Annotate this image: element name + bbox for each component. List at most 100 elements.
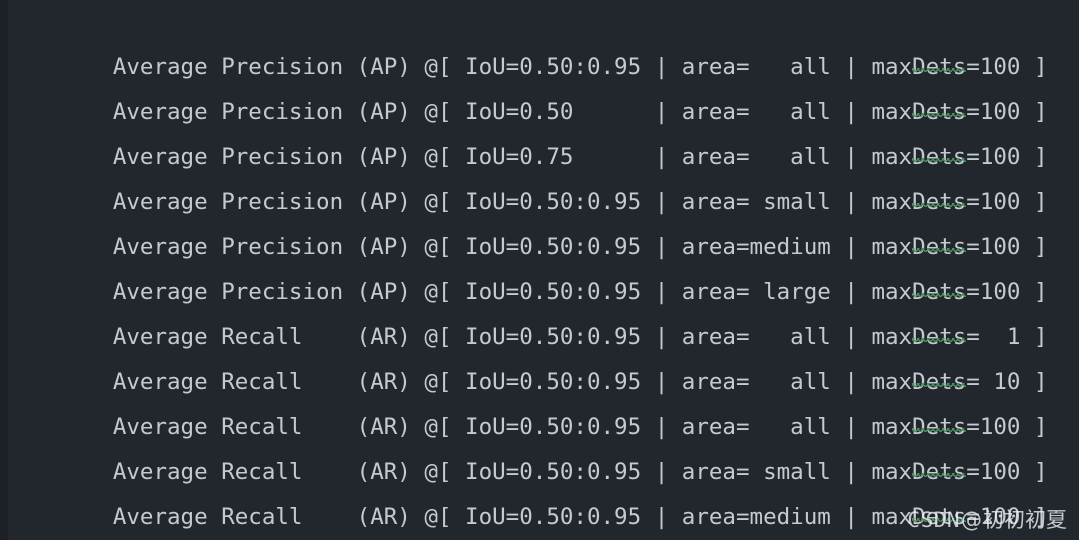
iou-field: IoU=0.50:0.95 bbox=[465, 54, 642, 80]
maxdets-value: =100 bbox=[966, 54, 1021, 80]
metric-abbrev: (AR) bbox=[356, 414, 411, 440]
maxdets-prefix: max bbox=[871, 279, 913, 305]
metric-abbrev: (AR) bbox=[356, 459, 411, 485]
area-field: area= all bbox=[681, 99, 831, 125]
separator-pipe: | bbox=[844, 459, 858, 485]
separator-pipe: | bbox=[654, 189, 669, 215]
maxdets-value: =100 bbox=[966, 279, 1021, 305]
separator-pipe: | bbox=[654, 279, 669, 305]
maxdets-prefix: max bbox=[871, 54, 913, 80]
metric-label: Average Recall bbox=[99, 324, 357, 350]
maxdets-value: =100 bbox=[966, 99, 1021, 125]
maxdets-prefix: max bbox=[871, 414, 913, 440]
maxdets-prefix: max bbox=[871, 189, 913, 215]
metric-label: Average Precision bbox=[99, 99, 357, 125]
terminal-output-lines: Average Precision (AP) @[ IoU=0.50:0.95 … bbox=[18, 0, 1079, 540]
area-field: area=medium bbox=[681, 504, 831, 530]
spellcheck-underline-dets: Dets bbox=[912, 504, 967, 530]
close-bracket: ] bbox=[1034, 189, 1048, 215]
maxdets-value: =100 bbox=[966, 144, 1021, 170]
maxdets-value: =100 bbox=[966, 459, 1021, 485]
metric-label: Average Precision bbox=[99, 234, 357, 260]
maxdets-prefix: max bbox=[871, 369, 913, 395]
area-field: area= small bbox=[681, 459, 831, 485]
separator-pipe: | bbox=[654, 324, 669, 350]
spellcheck-underline-dets: Dets bbox=[912, 144, 967, 170]
separator-pipe: | bbox=[844, 234, 858, 260]
close-bracket: ] bbox=[1034, 324, 1048, 350]
metric-abbrev: (AR) bbox=[356, 324, 411, 350]
at-bracket: @[ bbox=[424, 324, 452, 350]
close-bracket: ] bbox=[1034, 459, 1048, 485]
area-field: area= all bbox=[681, 144, 831, 170]
area-field: area=medium bbox=[681, 234, 831, 260]
iou-field: IoU=0.50:0.95 bbox=[465, 189, 642, 215]
maxdets-value: =100 bbox=[966, 189, 1021, 215]
separator-pipe: | bbox=[844, 279, 858, 305]
separator-pipe: | bbox=[844, 369, 858, 395]
maxdets-value: =100 bbox=[966, 504, 1021, 530]
metric-label: Average Precision bbox=[99, 189, 357, 215]
separator-pipe: | bbox=[654, 54, 669, 80]
close-bracket: ] bbox=[1034, 234, 1048, 260]
metric-abbrev: (AP) bbox=[356, 54, 411, 80]
metric-abbrev: (AP) bbox=[356, 144, 411, 170]
separator-pipe: | bbox=[654, 459, 669, 485]
metric-label: Average Recall bbox=[99, 504, 357, 530]
metric-label: Average Precision bbox=[99, 144, 357, 170]
iou-field: IoU=0.50:0.95 bbox=[465, 234, 642, 260]
separator-pipe: | bbox=[654, 234, 669, 260]
separator-pipe: | bbox=[844, 144, 858, 170]
spellcheck-underline-dets: Dets bbox=[912, 369, 967, 395]
metric-abbrev: (AR) bbox=[356, 504, 411, 530]
iou-field: IoU=0.50:0.95 bbox=[465, 414, 642, 440]
metric-label: Average Precision bbox=[99, 279, 357, 305]
metric-label: Average Precision bbox=[99, 54, 357, 80]
at-bracket: @[ bbox=[424, 99, 452, 125]
at-bracket: @[ bbox=[424, 504, 452, 530]
at-bracket: @[ bbox=[424, 414, 452, 440]
metric-label: Average Recall bbox=[99, 369, 357, 395]
spellcheck-underline-dets: Dets bbox=[912, 324, 967, 350]
area-field: area= all bbox=[681, 414, 831, 440]
metric-abbrev: (AR) bbox=[356, 369, 411, 395]
spellcheck-underline-dets: Dets bbox=[912, 54, 967, 80]
separator-pipe: | bbox=[844, 54, 858, 80]
terminal-console[interactable]: Average Precision (AP) @[ IoU=0.50:0.95 … bbox=[0, 0, 1079, 540]
maxdets-value: = 10 bbox=[966, 369, 1021, 395]
metric-abbrev: (AP) bbox=[356, 234, 411, 260]
maxdets-value: =100 bbox=[966, 234, 1021, 260]
iou-field: IoU=0.75 bbox=[465, 144, 642, 170]
separator-pipe: | bbox=[654, 504, 669, 530]
metric-label: Average Recall bbox=[99, 459, 357, 485]
spellcheck-underline-dets: Dets bbox=[912, 279, 967, 305]
separator-pipe: | bbox=[844, 189, 858, 215]
metric-abbrev: (AP) bbox=[356, 189, 411, 215]
separator-pipe: | bbox=[654, 414, 669, 440]
area-field: area= all bbox=[681, 369, 831, 395]
at-bracket: @[ bbox=[424, 279, 452, 305]
separator-pipe: | bbox=[844, 414, 858, 440]
close-bracket: ] bbox=[1034, 504, 1048, 530]
at-bracket: @[ bbox=[424, 369, 452, 395]
maxdets-prefix: max bbox=[871, 144, 913, 170]
spellcheck-underline-dets: Dets bbox=[912, 459, 967, 485]
area-field: area= all bbox=[681, 54, 831, 80]
area-field: area= large bbox=[681, 279, 831, 305]
maxdets-prefix: max bbox=[871, 234, 913, 260]
separator-pipe: | bbox=[654, 99, 669, 125]
separator-pipe: | bbox=[654, 144, 669, 170]
maxdets-value: =100 bbox=[966, 414, 1021, 440]
separator-pipe: | bbox=[844, 504, 858, 530]
spellcheck-underline-dets: Dets bbox=[912, 189, 967, 215]
close-bracket: ] bbox=[1034, 279, 1048, 305]
spellcheck-underline-dets: Dets bbox=[912, 99, 967, 125]
maxdets-prefix: max bbox=[871, 504, 913, 530]
separator-pipe: | bbox=[654, 369, 669, 395]
close-bracket: ] bbox=[1034, 414, 1048, 440]
metric-label: Average Recall bbox=[99, 414, 357, 440]
at-bracket: @[ bbox=[424, 234, 452, 260]
iou-field: IoU=0.50:0.95 bbox=[465, 369, 642, 395]
area-field: area= small bbox=[681, 189, 831, 215]
close-bracket: ] bbox=[1034, 369, 1048, 395]
